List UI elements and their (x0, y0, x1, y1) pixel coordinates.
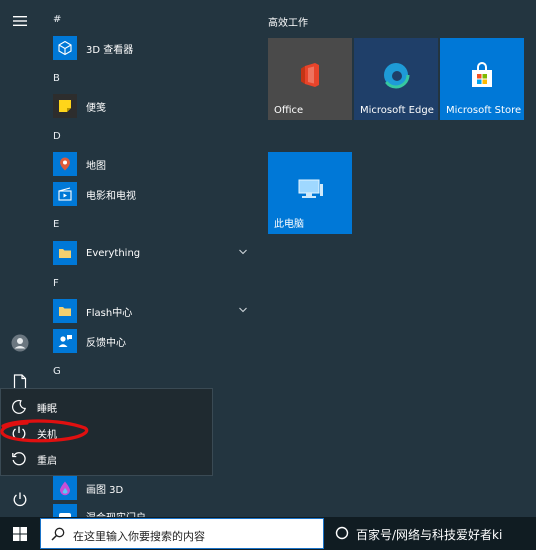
paint-drop-icon (53, 476, 77, 500)
film-icon (53, 182, 77, 206)
sticky-note-icon (53, 94, 77, 118)
map-pin-icon (53, 152, 77, 176)
chevron-down-icon (239, 307, 247, 313)
section-header[interactable]: G (53, 366, 61, 377)
taskbar: 在这里输入你要搜索的内容 百家号/网络与科技爱好者ki (0, 517, 536, 550)
watermark-text: 百家号/网络与科技爱好者ki (356, 528, 503, 542)
taskbar-search-box[interactable]: 在这里输入你要搜索的内容 (40, 518, 324, 549)
power-options-menu: 睡眠 关机 重启 (0, 388, 213, 476)
user-account-button[interactable] (0, 325, 40, 361)
app-label: Everything (86, 247, 141, 259)
restart-icon (12, 452, 26, 466)
tile-this-pc[interactable]: 此电脑 (268, 152, 352, 234)
app-label: 便笺 (86, 102, 106, 114)
search-placeholder: 在这里输入你要搜索的内容 (73, 530, 205, 543)
chevron-down-icon (239, 249, 247, 255)
moon-icon (12, 399, 26, 414)
tile-label: Microsoft Edge (360, 105, 434, 116)
app-paint-3d[interactable]: 画图 3D (40, 474, 258, 502)
feedback-person-icon (53, 329, 77, 353)
section-header[interactable]: B (53, 73, 60, 84)
hamburger-icon (13, 16, 27, 26)
power-icon (13, 492, 27, 506)
user-icon (11, 334, 29, 352)
app-movies-tv[interactable]: 电影和电视 (40, 180, 258, 208)
expand-menu-button[interactable] (0, 3, 40, 39)
edge-logo-icon (382, 61, 410, 89)
computer-icon (298, 179, 323, 198)
app-label: Flash中心 (86, 307, 133, 319)
tile-microsoft-store[interactable]: Microsoft Store (440, 38, 524, 120)
app-everything-folder[interactable]: Everything (40, 239, 258, 267)
app-feedback-hub[interactable]: 反馈中心 (40, 327, 258, 355)
tile-group-title[interactable]: 高效工作 (268, 14, 308, 29)
tile-label: Microsoft Store (446, 105, 522, 116)
app-flash-center-folder[interactable]: Flash中心 (40, 297, 258, 325)
tile-microsoft-edge[interactable]: Microsoft Edge (354, 38, 438, 120)
restart-label: 重启 (37, 455, 57, 467)
cortana-icon[interactable] (334, 525, 350, 541)
app-label: 电影和电视 (86, 190, 136, 202)
app-label: 反馈中心 (86, 337, 126, 349)
pinned-tiles-area: 高效工作 Office Microsoft Edge Microsoft Sto… (258, 0, 536, 517)
cube-icon (53, 36, 77, 60)
red-annotation-scribble (0, 419, 89, 443)
app-mixed-reality-portal[interactable]: 混合现实门户 (40, 502, 258, 517)
tile-label: Office (274, 105, 304, 116)
store-bag-icon (472, 62, 492, 87)
section-header[interactable]: F (53, 278, 59, 289)
app-label: 地图 (86, 160, 106, 172)
tile-office[interactable]: Office (268, 38, 352, 120)
start-menu: # 3D 查看器 B 便笺 D 地图 电影和电视 E Everything F … (0, 0, 536, 517)
app-label: 3D 查看器 (86, 44, 134, 56)
section-header[interactable]: E (53, 219, 59, 230)
windows-logo-icon (13, 526, 27, 541)
sleep-option[interactable]: 睡眠 (1, 394, 214, 420)
app-maps[interactable]: 地图 (40, 150, 258, 178)
section-header[interactable]: D (53, 131, 61, 142)
app-3d-viewer[interactable]: 3D 查看器 (40, 34, 258, 62)
tile-label: 此电脑 (274, 219, 304, 230)
restart-option[interactable]: 重启 (1, 446, 214, 472)
app-sticky-notes[interactable]: 便笺 (40, 92, 258, 120)
folder-icon (53, 299, 77, 323)
start-button[interactable] (0, 517, 40, 550)
office-logo-icon (301, 63, 319, 87)
search-icon (51, 527, 65, 541)
folder-icon (53, 241, 77, 265)
app-label: 画图 3D (86, 484, 124, 496)
section-header[interactable]: # (53, 14, 61, 25)
headset-icon (53, 504, 77, 517)
sleep-label: 睡眠 (37, 403, 57, 415)
app-label: 混合现实门户 (86, 509, 146, 518)
power-button[interactable] (0, 481, 40, 517)
